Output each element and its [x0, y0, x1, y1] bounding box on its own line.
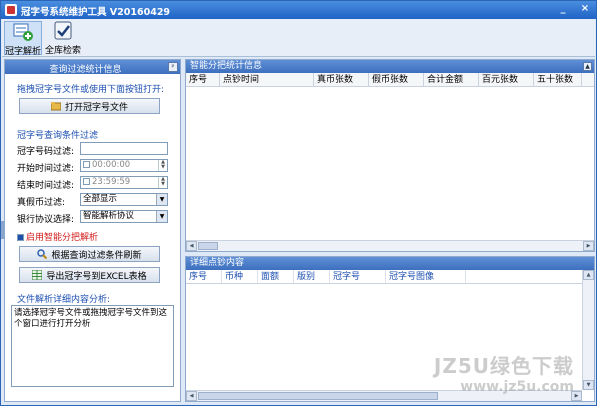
- detail-panel-title: 详细点钞内容: [190, 258, 245, 268]
- spreadsheet-icon: [31, 269, 43, 281]
- column-header[interactable]: 假币张数: [369, 73, 424, 86]
- authenticity-value: 全部显示: [83, 194, 118, 204]
- column-header[interactable]: 序号: [186, 270, 222, 283]
- drag-hint: 拖拽冠字号文件或使用下面按钮打开:: [17, 85, 165, 95]
- end-time-checkbox[interactable]: [83, 178, 90, 185]
- chevron-down-icon[interactable]: ▼: [156, 194, 167, 205]
- toolbar-search-label: 全库检索: [44, 46, 81, 56]
- detail-grid: 序号 币种 面额 版别 冠字号 冠字号图像: [186, 270, 594, 284]
- stats-panel: 智能分把统计信息 ▲ 序号 点钞时间 真币张数 假币张数 合计金额 百元张数 五…: [185, 59, 595, 252]
- end-time-value: 23:59:59: [92, 177, 131, 187]
- refresh-button[interactable]: 根据查询过滤条件刷新: [19, 246, 160, 262]
- column-header[interactable]: 百元张数: [479, 73, 534, 86]
- window-title: 冠字号系统维护工具 V20160429: [21, 7, 171, 18]
- start-time-value: 00:00:00: [92, 160, 131, 170]
- column-header[interactable]: 序号: [186, 73, 220, 86]
- magnifier-icon: [37, 249, 48, 260]
- toolbar-parse-button[interactable]: 冠字解析: [4, 21, 42, 57]
- scroll-left-icon[interactable]: ◀: [186, 391, 197, 401]
- detail-grid-header: 序号 币种 面额 版别 冠字号 冠字号图像: [186, 270, 594, 284]
- export-button[interactable]: 导出冠字号到EXCEL表格: [19, 267, 160, 283]
- splitter-handle[interactable]: [1, 221, 5, 239]
- protocol-value: 智能解析协议: [83, 211, 135, 221]
- detail-panel-header: 详细点钞内容: [186, 257, 594, 270]
- scroll-thumb[interactable]: [198, 392, 438, 400]
- column-header[interactable]: 五十张数: [534, 73, 582, 86]
- column-header[interactable]: 真币张数: [314, 73, 369, 86]
- authenticity-label: 真假币过滤:: [17, 198, 66, 208]
- detail-vertical-scrollbar[interactable]: ▲ ▼: [582, 270, 594, 390]
- toolbar-search-button[interactable]: 全库检索: [44, 21, 82, 56]
- toolbar: 冠字解析 全库检索: [2, 19, 595, 57]
- column-header[interactable]: 币种: [222, 270, 258, 283]
- stats-grid-header: 序号 点钞时间 真币张数 假币张数 合计金额 百元张数 五十张数: [186, 73, 594, 87]
- scroll-up-icon[interactable]: ▲: [583, 270, 594, 280]
- chevron-down-icon[interactable]: ▼: [156, 211, 167, 222]
- smart-parse-label: 启用智能分把解析: [26, 233, 99, 243]
- start-time-checkbox[interactable]: [83, 161, 90, 168]
- column-header[interactable]: 面额: [258, 270, 294, 283]
- start-time-label: 开始时间过滤:: [17, 164, 75, 174]
- app-icon: [5, 4, 17, 16]
- serial-label: 冠字号码过滤:: [17, 147, 75, 157]
- spin-arrows-icon[interactable]: ▲ ▼: [158, 177, 167, 188]
- protocol-label: 银行协议选择:: [17, 215, 75, 225]
- end-time-field[interactable]: 23:59:59 ▲ ▼: [80, 176, 168, 189]
- authenticity-select[interactable]: 全部显示 ▼: [80, 193, 168, 206]
- left-panel-header: 查询过滤统计信息 ᵖ: [5, 60, 180, 75]
- smart-parse-checkbox[interactable]: [17, 234, 24, 241]
- watermark: JZ5U绿色下载 www.jz5u.com: [434, 350, 574, 395]
- scroll-left-icon[interactable]: ◀: [186, 241, 197, 251]
- open-file-label: 打开冠字号文件: [64, 102, 128, 113]
- folder-icon: [50, 101, 62, 111]
- stats-panel-title: 智能分把统计信息: [190, 61, 263, 71]
- refresh-label: 根据查询过滤条件刷新: [51, 250, 142, 261]
- minimize-button[interactable]: _: [556, 3, 570, 14]
- stats-horizontal-scrollbar[interactable]: ◀ ▶: [186, 240, 594, 251]
- title-bar: 冠字号系统维护工具 V20160429 _ ×: [1, 1, 596, 19]
- analysis-textarea[interactable]: 请选择冠字号文件或拖拽冠字号文件到这个窗口进行打开分析: [11, 305, 174, 387]
- spin-arrows-icon[interactable]: ▲ ▼: [158, 160, 167, 171]
- collapse-icon[interactable]: ▲: [583, 62, 592, 71]
- close-button[interactable]: ×: [578, 3, 592, 14]
- export-label: 导出冠字号到EXCEL表格: [46, 271, 147, 282]
- column-header[interactable]: 冠字号: [330, 270, 386, 283]
- smart-parse-option[interactable]: 启用智能分把解析: [17, 230, 98, 243]
- scroll-down-icon[interactable]: ▼: [583, 380, 594, 390]
- stats-panel-header: 智能分把统计信息 ▲: [186, 60, 594, 73]
- app-window: 冠字号系统维护工具 V20160429 _ × 冠字解析 全库检索 查询过滤统计…: [0, 0, 597, 406]
- column-header[interactable]: 冠字号图像: [386, 270, 466, 283]
- pin-icon[interactable]: ᵖ: [168, 62, 178, 72]
- column-header[interactable]: 点钞时间: [220, 73, 314, 86]
- add-document-icon: [12, 22, 34, 42]
- open-file-button[interactable]: 打开冠字号文件: [19, 98, 160, 114]
- start-time-field[interactable]: 00:00:00 ▲ ▼: [80, 159, 168, 172]
- column-header[interactable]: 版别: [294, 270, 330, 283]
- protocol-select[interactable]: 智能解析协议 ▼: [80, 210, 168, 223]
- scroll-thumb[interactable]: [198, 242, 218, 250]
- filter-section-title: 冠字号查询条件过滤: [17, 131, 99, 141]
- watermark-line2: www.jz5u.com: [460, 379, 574, 395]
- toolbar-parse-label: 冠字解析: [5, 47, 42, 57]
- scroll-right-icon[interactable]: ▶: [583, 241, 594, 251]
- watermark-line1: JZ5U绿色下载: [433, 354, 574, 378]
- left-panel: 查询过滤统计信息 ᵖ 拖拽冠字号文件或使用下面按钮打开: 打开冠字号文件 冠字号…: [4, 59, 181, 402]
- stats-grid: 序号 点钞时间 真币张数 假币张数 合计金额 百元张数 五十张数: [186, 73, 594, 87]
- serial-input[interactable]: [80, 142, 168, 155]
- end-time-label: 结束时间过滤:: [17, 181, 75, 191]
- column-header[interactable]: 合计金额: [424, 73, 479, 86]
- analysis-label: 文件解析详细内容分析:: [17, 295, 111, 305]
- check-icon: [52, 21, 74, 41]
